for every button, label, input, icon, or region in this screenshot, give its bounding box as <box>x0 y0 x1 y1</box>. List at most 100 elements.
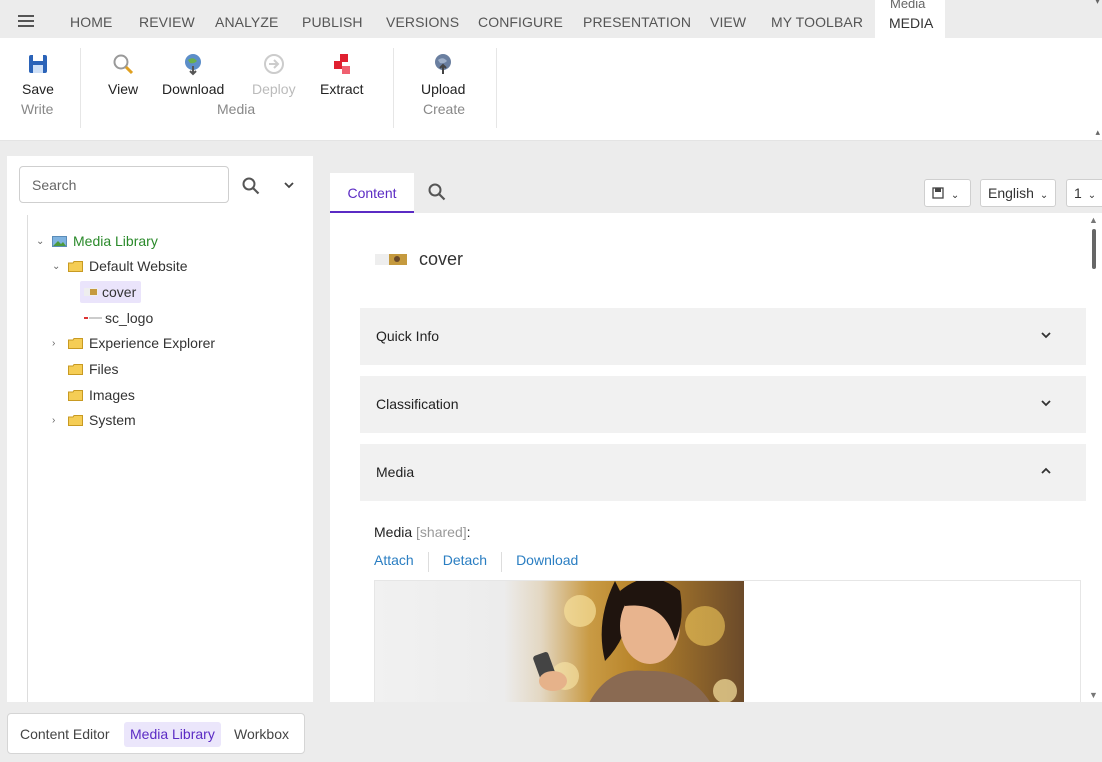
upload-label: Upload <box>421 81 466 97</box>
folder-icon <box>68 363 83 375</box>
tab-view[interactable]: VIEW <box>710 14 746 30</box>
ribbon-separator <box>496 48 497 128</box>
field-name: Media <box>374 524 413 540</box>
extract-label: Extract <box>320 81 364 97</box>
language-value: English <box>988 185 1034 201</box>
deploy-button[interactable]: Deploy <box>252 52 296 97</box>
item-header: cover <box>375 249 463 270</box>
folder-icon <box>68 337 83 349</box>
detach-link[interactable]: Detach <box>443 552 501 572</box>
attach-link[interactable]: Attach <box>374 552 428 572</box>
tab-content-editor[interactable]: Content Editor <box>14 722 116 747</box>
search-icon[interactable] <box>428 183 446 201</box>
tree-item-label: cover <box>102 284 137 300</box>
deploy-label: Deploy <box>252 81 296 97</box>
field-colon: : <box>466 524 471 540</box>
editor-content-area: cover Quick Info Classification Media Me… <box>330 213 1102 702</box>
tree-item-label: Images <box>89 387 135 403</box>
chevron-down-icon[interactable]: ⌄ <box>52 261 64 272</box>
chevron-down-icon <box>1041 400 1051 407</box>
section-quick-info[interactable]: Quick Info <box>360 308 1086 365</box>
download-link[interactable]: Download <box>516 552 592 572</box>
tree-item-label: sc_logo <box>105 310 154 326</box>
ribbon: Save Write View Download Deploy Extract <box>0 38 1102 141</box>
chevron-down-icon <box>1041 332 1051 339</box>
chevron-down-icon[interactable] <box>284 180 294 190</box>
tab-workbox[interactable]: Workbox <box>228 722 295 747</box>
link-separator <box>501 552 503 572</box>
scrollbar-thumb[interactable] <box>1092 229 1096 269</box>
search-icon[interactable] <box>242 177 260 195</box>
tab-configure[interactable]: CONFIGURE <box>478 14 563 30</box>
scroll-down-icon[interactable]: ▼ <box>1089 690 1098 700</box>
version-selector[interactable]: 1 ⌄ <box>1066 179 1102 207</box>
magnifier-icon <box>113 54 134 75</box>
tree-item-sc-logo[interactable]: sc_logo <box>84 307 153 329</box>
chevron-right-icon[interactable]: › <box>52 338 64 349</box>
tree-item-label: Default Website <box>89 258 188 274</box>
section-classification[interactable]: Classification <box>360 376 1086 433</box>
view-button[interactable]: View <box>108 52 138 97</box>
image-thumbnail-icon <box>84 288 98 296</box>
tree-item-files[interactable]: Files <box>68 358 119 380</box>
media-field-label: Media [shared]: <box>374 524 471 540</box>
tab-my-toolbar[interactable]: MY TOOLBAR <box>771 14 863 30</box>
tab-presentation[interactable]: PRESENTATION <box>583 14 691 30</box>
collapse-caret-icon[interactable]: ▾ <box>1095 0 1100 7</box>
media-library-icon <box>52 235 67 247</box>
media-group-label: Media <box>217 101 256 117</box>
chevron-right-icon[interactable]: › <box>52 415 64 426</box>
media-preview-image <box>375 581 744 702</box>
media-field-actions: Attach Detach Download <box>374 552 592 572</box>
ribbon-collapse-icon[interactable]: ▴ <box>1095 127 1100 138</box>
content-scrollbar[interactable]: ▲ ▼ <box>1086 213 1102 702</box>
media-preview-frame <box>374 580 1081 702</box>
section-media[interactable]: Media <box>360 444 1086 501</box>
deploy-arrow-icon <box>263 54 284 74</box>
image-thumbnail-icon <box>375 254 407 265</box>
tree-item-default-website[interactable]: ⌄ Default Website <box>52 255 188 277</box>
tab-media[interactable]: Media MEDIA <box>875 0 945 38</box>
tab-publish[interactable]: PUBLISH <box>302 14 363 30</box>
tree-item-images[interactable]: Images <box>68 384 135 406</box>
logo-thumbnail-icon <box>84 317 102 319</box>
write-group-label: Write <box>21 101 54 117</box>
view-options-dropdown[interactable]: ⌄ <box>924 179 971 207</box>
download-button[interactable]: Download <box>162 52 224 97</box>
tab-analyze[interactable]: ANALYZE <box>215 14 278 30</box>
tree-item-label: Media Library <box>73 233 158 249</box>
tab-versions[interactable]: VERSIONS <box>386 14 459 30</box>
scroll-up-icon[interactable]: ▲ <box>1089 215 1098 225</box>
tab-home[interactable]: HOME <box>70 14 112 30</box>
version-value: 1 <box>1074 185 1082 201</box>
folder-icon <box>68 414 83 426</box>
tree-guide-line <box>27 215 28 702</box>
download-label: Download <box>162 81 225 97</box>
tree-item-media-library[interactable]: ⌄ Media Library <box>36 230 158 252</box>
save-label: Save <box>22 81 54 97</box>
globe-download-icon <box>185 54 202 76</box>
tree-item-cover[interactable]: cover <box>80 281 142 303</box>
folder-icon <box>68 389 83 401</box>
extract-button[interactable]: Extract <box>320 52 364 97</box>
tree-item-label: Experience Explorer <box>89 335 216 351</box>
tab-media-caption: Media <box>890 0 926 11</box>
tree-item-system[interactable]: › System <box>52 409 136 431</box>
search-input[interactable]: Search <box>19 166 229 203</box>
chevron-down-icon: ⌄ <box>950 190 960 201</box>
ribbon-separator <box>80 48 81 128</box>
tab-content[interactable]: Content <box>330 173 414 213</box>
save-button[interactable]: Save <box>22 52 54 97</box>
upload-button[interactable]: Upload <box>421 52 465 97</box>
shared-indicator: [shared] <box>416 524 467 540</box>
language-selector[interactable]: English ⌄ <box>980 179 1056 207</box>
hamburger-menu-icon[interactable] <box>18 15 34 27</box>
tab-review[interactable]: REVIEW <box>139 14 195 30</box>
tree-item-label: System <box>89 412 136 428</box>
globe-upload-icon <box>435 54 452 74</box>
ribbon-separator <box>393 48 394 128</box>
chevron-down-icon[interactable]: ⌄ <box>36 236 48 247</box>
tab-media-library[interactable]: Media Library <box>124 722 221 747</box>
tree-item-experience-explorer[interactable]: › Experience Explorer <box>52 332 215 354</box>
chevron-down-icon: ⌄ <box>1039 190 1049 201</box>
